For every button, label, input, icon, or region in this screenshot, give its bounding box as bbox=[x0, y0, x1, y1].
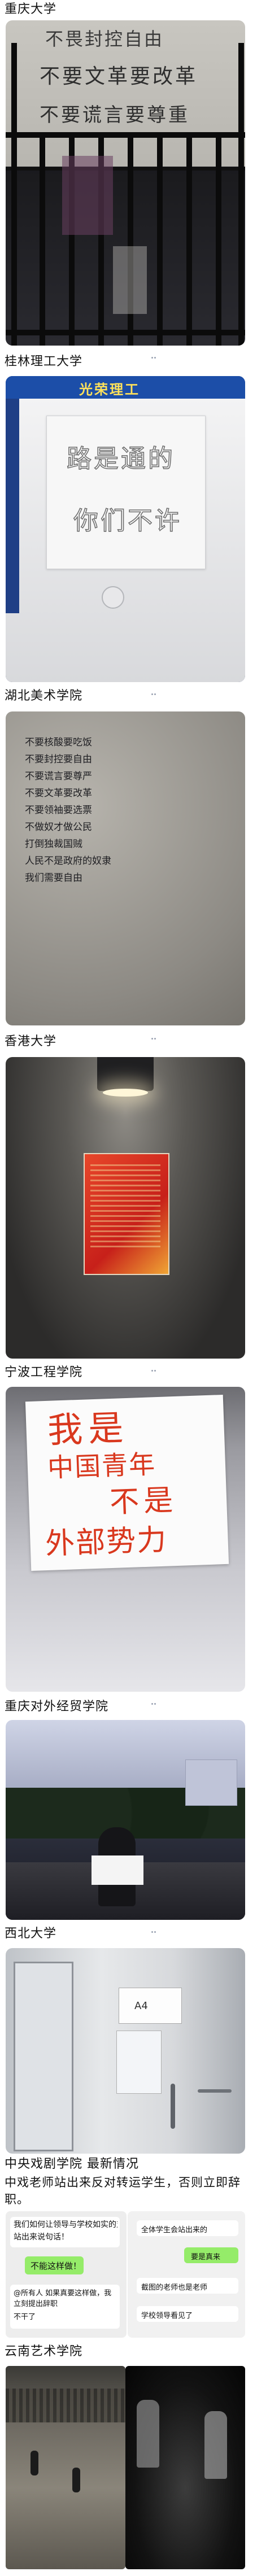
notice-card bbox=[119, 1988, 182, 2024]
chat-screenshot-left[interactable]: 我们如何让领导与学校如实的对待学生！有人 站出来说句话！ 不能这样做！ @所有人… bbox=[6, 2211, 127, 2338]
red-slogan: 外部势力 bbox=[45, 1523, 168, 1561]
chat-text: 学校领导看见了 bbox=[141, 2312, 193, 2320]
outline-text: 路是通的 bbox=[66, 444, 175, 474]
photo-hubei-institute-of-fine-arts[interactable]: 不要核酸要吃饭 不要封控要自由 不要谎言要尊严 不要文革要改革 不要领袖要选票 … bbox=[6, 711, 245, 1025]
poster-text-block bbox=[90, 1164, 160, 1249]
door-handle bbox=[198, 2089, 232, 2093]
writing-line: 不要封控要自由 bbox=[25, 754, 92, 765]
school-label: 中央戏剧学院 最新情况 bbox=[5, 2157, 139, 2171]
held-paper bbox=[92, 1855, 143, 1885]
person-silhouette bbox=[137, 2400, 159, 2468]
writing-line: 人民不是政府的奴隶 bbox=[25, 855, 111, 867]
photo-chongqing-university[interactable]: 不畏封控自由 不要文革要改革 不要谎言要尊重 bbox=[6, 20, 245, 346]
notice-label: A4 bbox=[134, 2000, 148, 2012]
section-subtitle: 中戏老师站出来反对转运学生，否则立即辞职。 bbox=[5, 2176, 241, 2206]
page-dots bbox=[151, 1031, 157, 1040]
chat-text: 截图的老师也是老师 bbox=[141, 2284, 208, 2292]
school-label: 云南艺术学院 bbox=[5, 2344, 83, 2359]
writing-line: 不做奴才做公民 bbox=[25, 822, 92, 833]
photo-yunnan-arts-university-right[interactable] bbox=[125, 2366, 245, 2569]
writing-line: 打倒独裁国贼 bbox=[25, 839, 82, 850]
photo-chongqing-business-institute[interactable] bbox=[6, 1720, 245, 1920]
person-silhouette bbox=[204, 2411, 227, 2479]
school-label: 西北大学 bbox=[5, 1927, 57, 1941]
chat-text: 站出来说句话！ bbox=[14, 2233, 69, 2242]
writing-line: 不要核酸要吃饭 bbox=[25, 737, 92, 748]
ceiling-lamp bbox=[97, 1057, 154, 1091]
iron-railing bbox=[6, 43, 245, 346]
notice-card bbox=[116, 2031, 162, 2094]
outline-text: 你们不许 bbox=[73, 506, 182, 536]
school-label: 湖北美术学院 bbox=[5, 689, 83, 703]
wall-socket bbox=[102, 586, 124, 609]
photo-ningbo-university-of-technology[interactable]: 我是 中国青年 不是 外部势力 bbox=[6, 1387, 245, 1692]
writing-line: 我们需要自由 bbox=[25, 872, 82, 884]
school-label: 桂林理工大学 bbox=[5, 355, 83, 369]
writing-line: 不要领袖要选票 bbox=[25, 805, 92, 816]
red-slogan: 不是 bbox=[109, 1483, 178, 1520]
photo-guilin-university-of-technology[interactable]: 光荣理工 路是通的 你们不许 bbox=[6, 376, 245, 682]
school-label: 宁波工程学院 bbox=[5, 1365, 83, 1379]
building bbox=[185, 1759, 237, 1806]
school-label: 香港大学 bbox=[5, 1034, 57, 1049]
banner-text: 光荣理工 bbox=[79, 382, 140, 398]
crowd bbox=[6, 2389, 125, 2422]
chat-screenshot-right[interactable]: 全体学生会站出来的 要是真来 截图的老师也是老师 学校领导看见了 bbox=[128, 2211, 245, 2338]
chat-text: 我们如何让领导与学校如实的对待学生！有人 bbox=[14, 2220, 117, 2229]
photo-northwest-university[interactable]: A4 bbox=[6, 1948, 245, 2154]
chat-text: 要是真来 bbox=[191, 2253, 221, 2261]
photo-university-of-hong-kong[interactable] bbox=[6, 1057, 245, 1359]
person-silhouette bbox=[31, 2451, 38, 2475]
page-dots bbox=[151, 1363, 157, 1372]
page-dots bbox=[151, 1696, 157, 1705]
page-dots bbox=[151, 687, 157, 695]
door-handle bbox=[171, 2084, 175, 2129]
page-dots bbox=[151, 1924, 157, 1933]
lamp-glow bbox=[103, 1089, 148, 1097]
writing-line: 不要文革要改革 bbox=[25, 788, 92, 799]
school-label: 重庆大学 bbox=[5, 2, 57, 16]
chat-text: 不干了 bbox=[14, 2313, 36, 2321]
chat-text: 不能这样做！ bbox=[31, 2261, 82, 2271]
left-board bbox=[6, 399, 19, 613]
person-silhouette bbox=[72, 2468, 80, 2492]
chat-text: 全体学生会站出来的 bbox=[141, 2226, 208, 2234]
wall-writing: 不要核酸要吃饭 不要封控要自由 不要谎言要尊严 不要文革要改革 不要领袖要选票 … bbox=[25, 734, 217, 887]
writing-line: 不要谎言要尊严 bbox=[25, 771, 92, 782]
page-dots bbox=[151, 350, 157, 359]
chat-text: @所有人 如果真要这样做，我立刻提出辞职 bbox=[14, 2289, 112, 2308]
school-label: 重庆对外经贸学院 bbox=[5, 1700, 109, 1714]
photo-yunnan-arts-university-left[interactable] bbox=[6, 2366, 125, 2569]
bulletin-frame bbox=[14, 1962, 73, 2151]
